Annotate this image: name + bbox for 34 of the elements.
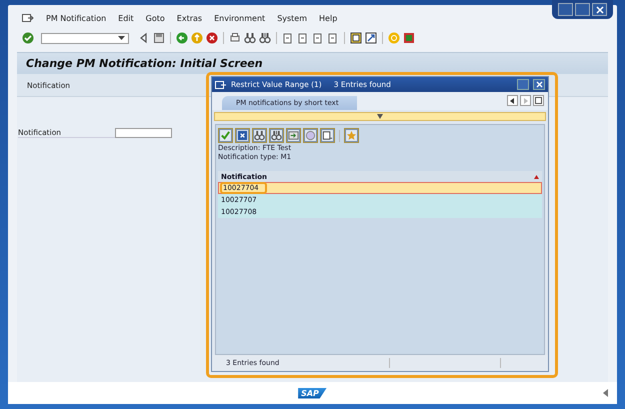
scroll-left-button[interactable] — [507, 95, 518, 106]
arrow-circle-icon[interactable] — [176, 32, 188, 44]
close-icon[interactable] — [596, 6, 604, 14]
minimize-button[interactable] — [558, 3, 573, 16]
left-arrow-icon[interactable] — [510, 98, 515, 104]
dialog-icon — [215, 80, 227, 90]
find-next-icon[interactable] — [259, 32, 271, 44]
logo: SAP — [298, 388, 327, 398]
menu-item[interactable]: Extras — [176, 14, 202, 22]
dropdown-icon[interactable] — [118, 36, 125, 40]
menu-item[interactable]: System — [277, 14, 308, 22]
command-field[interactable] — [41, 32, 129, 44]
notification-field[interactable] — [115, 128, 172, 138]
save-icon[interactable] — [153, 32, 165, 44]
close-button[interactable] — [592, 3, 607, 16]
collapse-icon[interactable] — [377, 114, 383, 119]
menu-item[interactable]: Goto — [146, 14, 165, 22]
maximize-button[interactable] — [575, 3, 590, 16]
menu-item[interactable]: Environment — [214, 14, 266, 22]
check-icon[interactable] — [22, 32, 34, 44]
find-icon[interactable] — [244, 32, 256, 44]
sort-indicator-icon — [534, 174, 539, 178]
close-button[interactable] — [533, 79, 545, 90]
close-icon[interactable] — [536, 81, 542, 88]
status-toggle-icon[interactable] — [603, 389, 609, 397]
menu-item[interactable]: PM Notification — [46, 14, 106, 22]
screen-title: Change PM Notification: Initial Screen — [26, 57, 263, 70]
menu-item[interactable]: Help — [319, 14, 338, 22]
new-window-icon[interactable] — [350, 32, 362, 44]
menu-item[interactable]: Edit — [118, 14, 134, 22]
print-icon[interactable] — [229, 32, 241, 44]
cancel-icon[interactable] — [206, 32, 218, 44]
shortcut-icon[interactable] — [365, 32, 377, 44]
menu-icon[interactable] — [22, 13, 34, 23]
